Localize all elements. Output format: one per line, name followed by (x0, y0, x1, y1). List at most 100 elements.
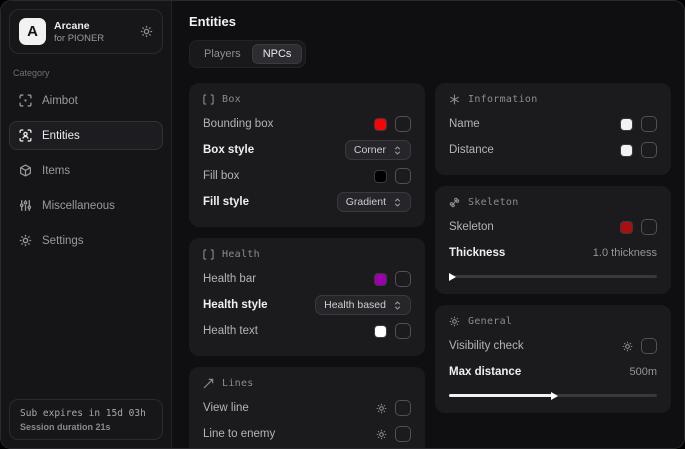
sidebar-item-miscellaneous[interactable]: Miscellaneous (9, 191, 163, 220)
card-lines: Lines View line (189, 367, 425, 448)
card-header: Skeleton (449, 197, 657, 208)
sliders-icon (19, 199, 32, 212)
gear-icon (19, 234, 32, 247)
category-label: Category (13, 68, 159, 78)
sidebar-item-items[interactable]: Items (9, 156, 163, 185)
brand-text: Arcane for PIONER (54, 20, 104, 44)
setting-label: Bounding box (203, 118, 273, 130)
gear-icon[interactable] (376, 403, 387, 414)
cards-column-right: Information Name Distance (435, 83, 671, 413)
setting-label: Name (449, 118, 480, 130)
slider-thumb[interactable] (449, 273, 456, 281)
setting-label: Fill box (203, 170, 239, 182)
setting-label: Distance (449, 144, 494, 156)
setting-label: Thickness (449, 247, 505, 259)
color-swatch[interactable] (374, 170, 387, 183)
sidebar-item-aimbot[interactable]: Aimbot (9, 86, 163, 115)
sidebar-item-entities[interactable]: Entities (9, 121, 163, 150)
setting-row: Max distance 500m (449, 359, 657, 385)
setting-row: Thickness 1.0 thickness (449, 240, 657, 266)
setting-label: View line (203, 402, 249, 414)
setting-row: Fill style Gradient (203, 189, 411, 215)
sidebar-item-label: Aimbot (42, 95, 78, 107)
card-header: Health (203, 249, 411, 260)
gear-icon[interactable] (140, 25, 153, 38)
card-title: Box (222, 94, 241, 105)
fill-style-dropdown[interactable]: Gradient (337, 192, 411, 212)
slider-thumb[interactable] (551, 392, 558, 400)
asterisk-icon (449, 94, 460, 105)
package-icon (19, 164, 32, 177)
card-header: Lines (203, 378, 411, 389)
card-health: Health Health bar Health style Health ba… (189, 238, 425, 356)
checkbox[interactable] (395, 426, 411, 442)
sub-expiry-text: Sub expires in 15d 03h (20, 408, 152, 419)
checkbox[interactable] (395, 400, 411, 416)
health-style-dropdown[interactable]: Health based (315, 295, 411, 315)
card-general: General Visibility check (435, 305, 671, 413)
gear-icon[interactable] (622, 341, 633, 352)
card-title: Lines (222, 378, 254, 389)
color-swatch[interactable] (374, 325, 387, 338)
setting-row: View line (203, 395, 411, 421)
gear-icon[interactable] (376, 429, 387, 440)
app-name: Arcane (54, 20, 104, 32)
card-box: Box Bounding box Box style Corner (189, 83, 425, 227)
checkbox[interactable] (641, 142, 657, 158)
color-swatch[interactable] (620, 221, 633, 234)
sidebar-item-label: Miscellaneous (42, 200, 115, 212)
setting-label: Max distance (449, 366, 521, 378)
cards-column-left: Box Bounding box Box style Corner (189, 83, 425, 448)
tab-npcs[interactable]: NPCs (252, 44, 303, 64)
checkbox[interactable] (395, 168, 411, 184)
card-title: Information (468, 94, 538, 105)
checkbox[interactable] (641, 219, 657, 235)
color-swatch[interactable] (374, 118, 387, 131)
sidebar-item-settings[interactable]: Settings (9, 226, 163, 255)
session-duration-text: Session duration 21s (20, 422, 152, 432)
setting-label: Health text (203, 325, 258, 337)
setting-row: Line to enemy (203, 421, 411, 447)
sidebar-item-label: Settings (42, 235, 84, 247)
setting-label: Box style (203, 144, 254, 156)
thickness-slider[interactable] (449, 275, 657, 278)
dropdown-value: Corner (354, 144, 386, 156)
app-logo: A (19, 18, 46, 45)
diagonal-line-icon (203, 378, 214, 389)
setting-row: Box style Corner (203, 137, 411, 163)
brand-card: A Arcane for PIONER (9, 9, 163, 54)
chevrons-up-down-icon (393, 145, 402, 156)
sidebar-item-label: Entities (42, 130, 80, 142)
sidebar-nav: Aimbot Entities (9, 86, 163, 255)
setting-label: Health bar (203, 273, 256, 285)
app-window: A Arcane for PIONER Category (0, 0, 685, 449)
checkbox[interactable] (395, 323, 411, 339)
checkbox[interactable] (395, 271, 411, 287)
tab-players[interactable]: Players (193, 44, 252, 64)
checkbox[interactable] (395, 116, 411, 132)
card-title: Health (222, 249, 260, 260)
card-header: Information (449, 94, 657, 105)
checkbox[interactable] (641, 116, 657, 132)
setting-label: Health style (203, 299, 268, 311)
setting-row: Bounding box (203, 111, 411, 137)
setting-row: Distance (449, 137, 657, 163)
max-distance-slider[interactable] (449, 394, 657, 397)
tab-bar: Players NPCs (189, 40, 306, 68)
setting-row: Health text (203, 318, 411, 344)
cards-grid: Box Bounding box Box style Corner (189, 83, 671, 448)
card-skeleton: Skeleton Skeleton Thickness 1.0 thicknes… (435, 186, 671, 294)
color-swatch[interactable] (374, 273, 387, 286)
dropdown-value: Gradient (346, 196, 386, 208)
color-swatch[interactable] (620, 144, 633, 157)
box-style-dropdown[interactable]: Corner (345, 140, 411, 160)
sidebar: A Arcane for PIONER Category (1, 1, 172, 448)
setting-row: Skeleton (449, 214, 657, 240)
color-swatch[interactable] (620, 118, 633, 131)
setting-row: Fill box (203, 163, 411, 189)
setting-label: Fill style (203, 196, 249, 208)
bone-icon (449, 197, 460, 208)
checkbox[interactable] (641, 338, 657, 354)
card-title: Skeleton (468, 197, 519, 208)
slider-value: 500m (629, 366, 657, 378)
